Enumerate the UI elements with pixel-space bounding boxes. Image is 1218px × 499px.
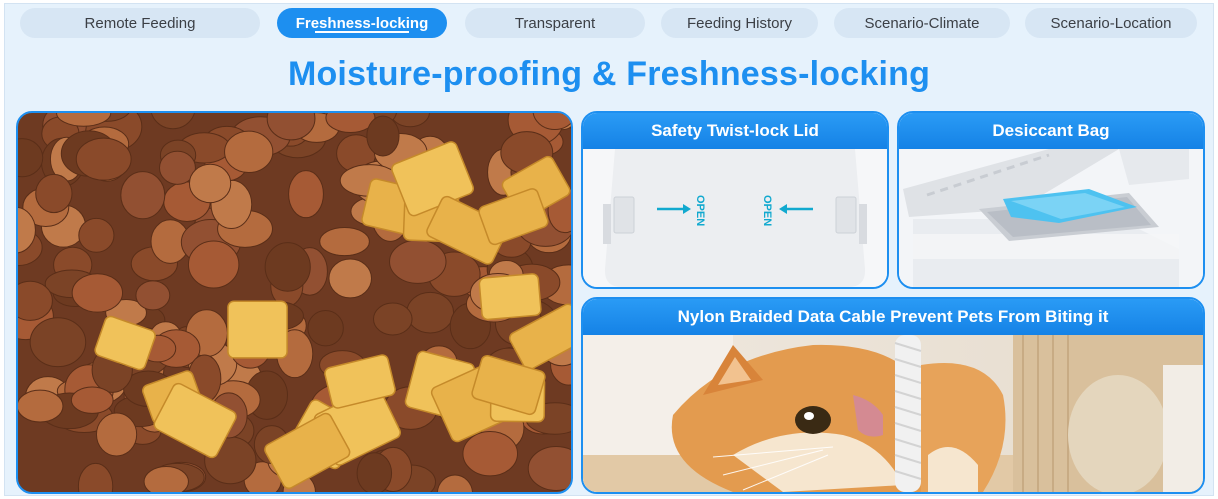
tab-scenario-climate[interactable]: Scenario-Climate [834,8,1010,38]
kibble-photo-panel [16,111,573,494]
tab-label: Feeding History [686,14,793,32]
tab-freshness-locking[interactable]: Freshness-locking [277,8,447,38]
open-label-right: OPEN [761,195,773,226]
braided-cable-panel: Nylon Braided Data Cable Prevent Pets Fr… [581,297,1205,494]
kibble-photo [18,113,571,492]
tab-label: Scenario-Climate [864,14,980,32]
tab-label: Scenario-Location [1050,14,1172,32]
tab-label: Freshness-locking [295,14,429,32]
twist-lock-lid-panel: Safety Twist-lock Lid OPEN OPEN [581,111,889,289]
panel-title: Safety Twist-lock Lid [583,113,887,149]
active-tab-underline [315,31,409,33]
page-headline: Moisture-proofing & Freshness-locking [287,55,931,93]
tab-label: Remote Feeding [84,14,196,32]
tab-label: Transparent [514,14,596,32]
cat-biting-cable-photo [583,335,1203,492]
panel-title: Desiccant Bag [899,113,1203,149]
desiccant-photo [899,149,1203,287]
desiccant-bag-panel: Desiccant Bag [897,111,1205,289]
open-label-left: OPEN [694,195,706,226]
tab-transparent[interactable]: Transparent [465,8,645,38]
lid-photo: OPEN OPEN [583,149,887,287]
tab-feeding-history[interactable]: Feeding History [661,8,818,38]
panel-title: Nylon Braided Data Cable Prevent Pets Fr… [583,299,1203,335]
tab-scenario-location[interactable]: Scenario-Location [1025,8,1197,38]
tab-remote-feeding[interactable]: Remote Feeding [20,8,260,38]
